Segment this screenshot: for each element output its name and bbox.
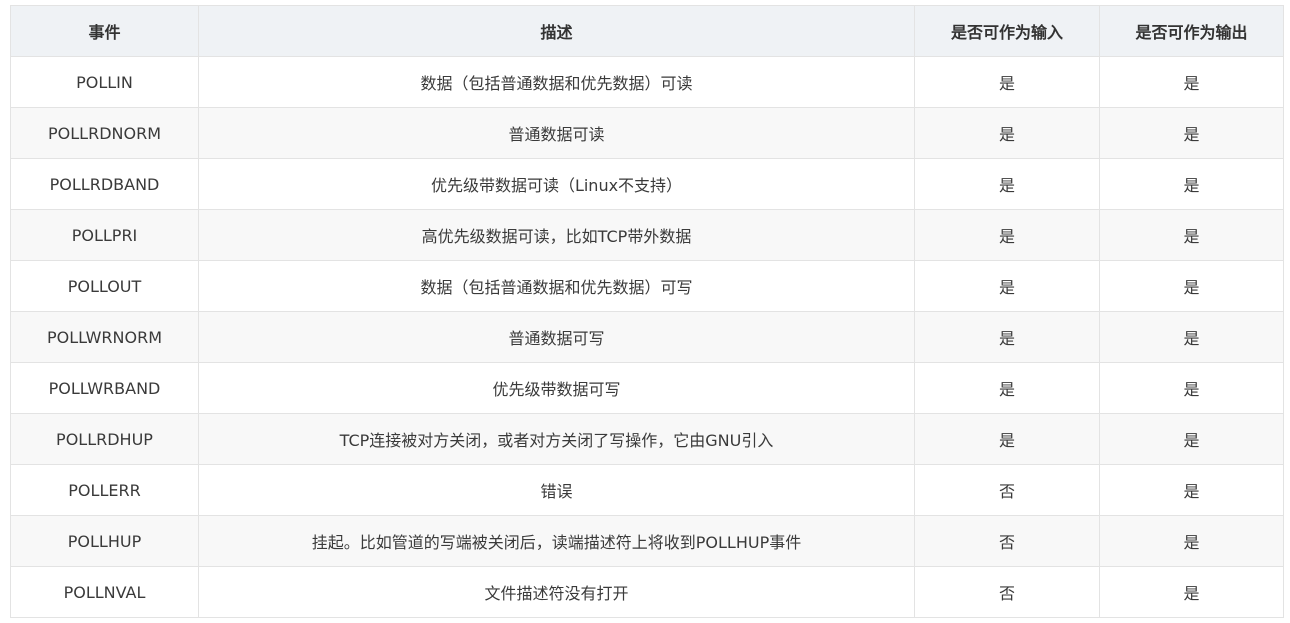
- table-row: POLLNVAL 文件描述符没有打开 否 是: [10, 566, 1284, 618]
- cell-as-output: 是: [1099, 311, 1284, 363]
- cell-as-input: 是: [914, 56, 1100, 108]
- table-row: POLLOUT 数据（包括普通数据和优先数据）可写 是 是: [10, 260, 1284, 312]
- cell-event: POLLOUT: [10, 260, 199, 312]
- cell-description: 数据（包括普通数据和优先数据）可写: [198, 260, 915, 312]
- cell-description: 文件描述符没有打开: [198, 566, 915, 618]
- header-as-output: 是否可作为输出: [1099, 5, 1284, 57]
- cell-description: 普通数据可写: [198, 311, 915, 363]
- table-row: POLLRDNORM 普通数据可读 是 是: [10, 107, 1284, 159]
- cell-description: 优先级带数据可读（Linux不支持）: [198, 158, 915, 210]
- cell-event: POLLWRNORM: [10, 311, 199, 363]
- cell-as-output: 是: [1099, 107, 1284, 159]
- table-row: POLLRDHUP TCP连接被对方关闭，或者对方关闭了写操作，它由GNU引入 …: [10, 413, 1284, 465]
- cell-event: POLLWRBAND: [10, 362, 199, 414]
- table-row: POLLWRBAND 优先级带数据可写 是 是: [10, 362, 1284, 414]
- header-description: 描述: [198, 5, 915, 57]
- cell-as-output: 是: [1099, 362, 1284, 414]
- cell-description: 错误: [198, 464, 915, 516]
- cell-event: POLLRDNORM: [10, 107, 199, 159]
- cell-as-output: 是: [1099, 566, 1284, 618]
- header-event: 事件: [10, 5, 199, 57]
- cell-as-input: 是: [914, 362, 1100, 414]
- cell-description: 普通数据可读: [198, 107, 915, 159]
- table-body: POLLIN 数据（包括普通数据和优先数据）可读 是 是 POLLRDNORM …: [10, 56, 1284, 618]
- cell-as-output: 是: [1099, 158, 1284, 210]
- cell-as-input: 否: [914, 464, 1100, 516]
- cell-event: POLLHUP: [10, 515, 199, 567]
- cell-event: POLLIN: [10, 56, 199, 108]
- cell-as-input: 是: [914, 260, 1100, 312]
- table-row: POLLHUP 挂起。比如管道的写端被关闭后，读端描述符上将收到POLLHUP事…: [10, 515, 1284, 567]
- cell-as-input: 是: [914, 311, 1100, 363]
- table-header: 事件 描述 是否可作为输入 是否可作为输出: [10, 5, 1284, 57]
- cell-as-input: 是: [914, 107, 1100, 159]
- cell-event: POLLRDBAND: [10, 158, 199, 210]
- table-row: POLLIN 数据（包括普通数据和优先数据）可读 是 是: [10, 56, 1284, 108]
- cell-event: POLLPRI: [10, 209, 199, 261]
- cell-event: POLLERR: [10, 464, 199, 516]
- header-as-input: 是否可作为输入: [914, 5, 1100, 57]
- cell-description: 高优先级数据可读，比如TCP带外数据: [198, 209, 915, 261]
- cell-as-output: 是: [1099, 515, 1284, 567]
- cell-as-input: 否: [914, 515, 1100, 567]
- table-row: POLLRDBAND 优先级带数据可读（Linux不支持） 是 是: [10, 158, 1284, 210]
- cell-as-output: 是: [1099, 260, 1284, 312]
- cell-as-input: 是: [914, 158, 1100, 210]
- table-row: POLLPRI 高优先级数据可读，比如TCP带外数据 是 是: [10, 209, 1284, 261]
- cell-event: POLLNVAL: [10, 566, 199, 618]
- cell-description: TCP连接被对方关闭，或者对方关闭了写操作，它由GNU引入: [198, 413, 915, 465]
- cell-event: POLLRDHUP: [10, 413, 199, 465]
- cell-as-input: 是: [914, 413, 1100, 465]
- table-row: POLLERR 错误 否 是: [10, 464, 1284, 516]
- cell-as-output: 是: [1099, 56, 1284, 108]
- header-row: 事件 描述 是否可作为输入 是否可作为输出: [10, 5, 1284, 57]
- cell-as-output: 是: [1099, 209, 1284, 261]
- poll-events-table: 事件 描述 是否可作为输入 是否可作为输出 POLLIN 数据（包括普通数据和优…: [10, 5, 1284, 618]
- cell-description: 数据（包括普通数据和优先数据）可读: [198, 56, 915, 108]
- poll-events-table-container: 事件 描述 是否可作为输入 是否可作为输出 POLLIN 数据（包括普通数据和优…: [10, 5, 1284, 618]
- cell-description: 挂起。比如管道的写端被关闭后，读端描述符上将收到POLLHUP事件: [198, 515, 915, 567]
- table-row: POLLWRNORM 普通数据可写 是 是: [10, 311, 1284, 363]
- cell-as-output: 是: [1099, 413, 1284, 465]
- cell-as-input: 是: [914, 209, 1100, 261]
- cell-as-input: 否: [914, 566, 1100, 618]
- cell-description: 优先级带数据可写: [198, 362, 915, 414]
- cell-as-output: 是: [1099, 464, 1284, 516]
